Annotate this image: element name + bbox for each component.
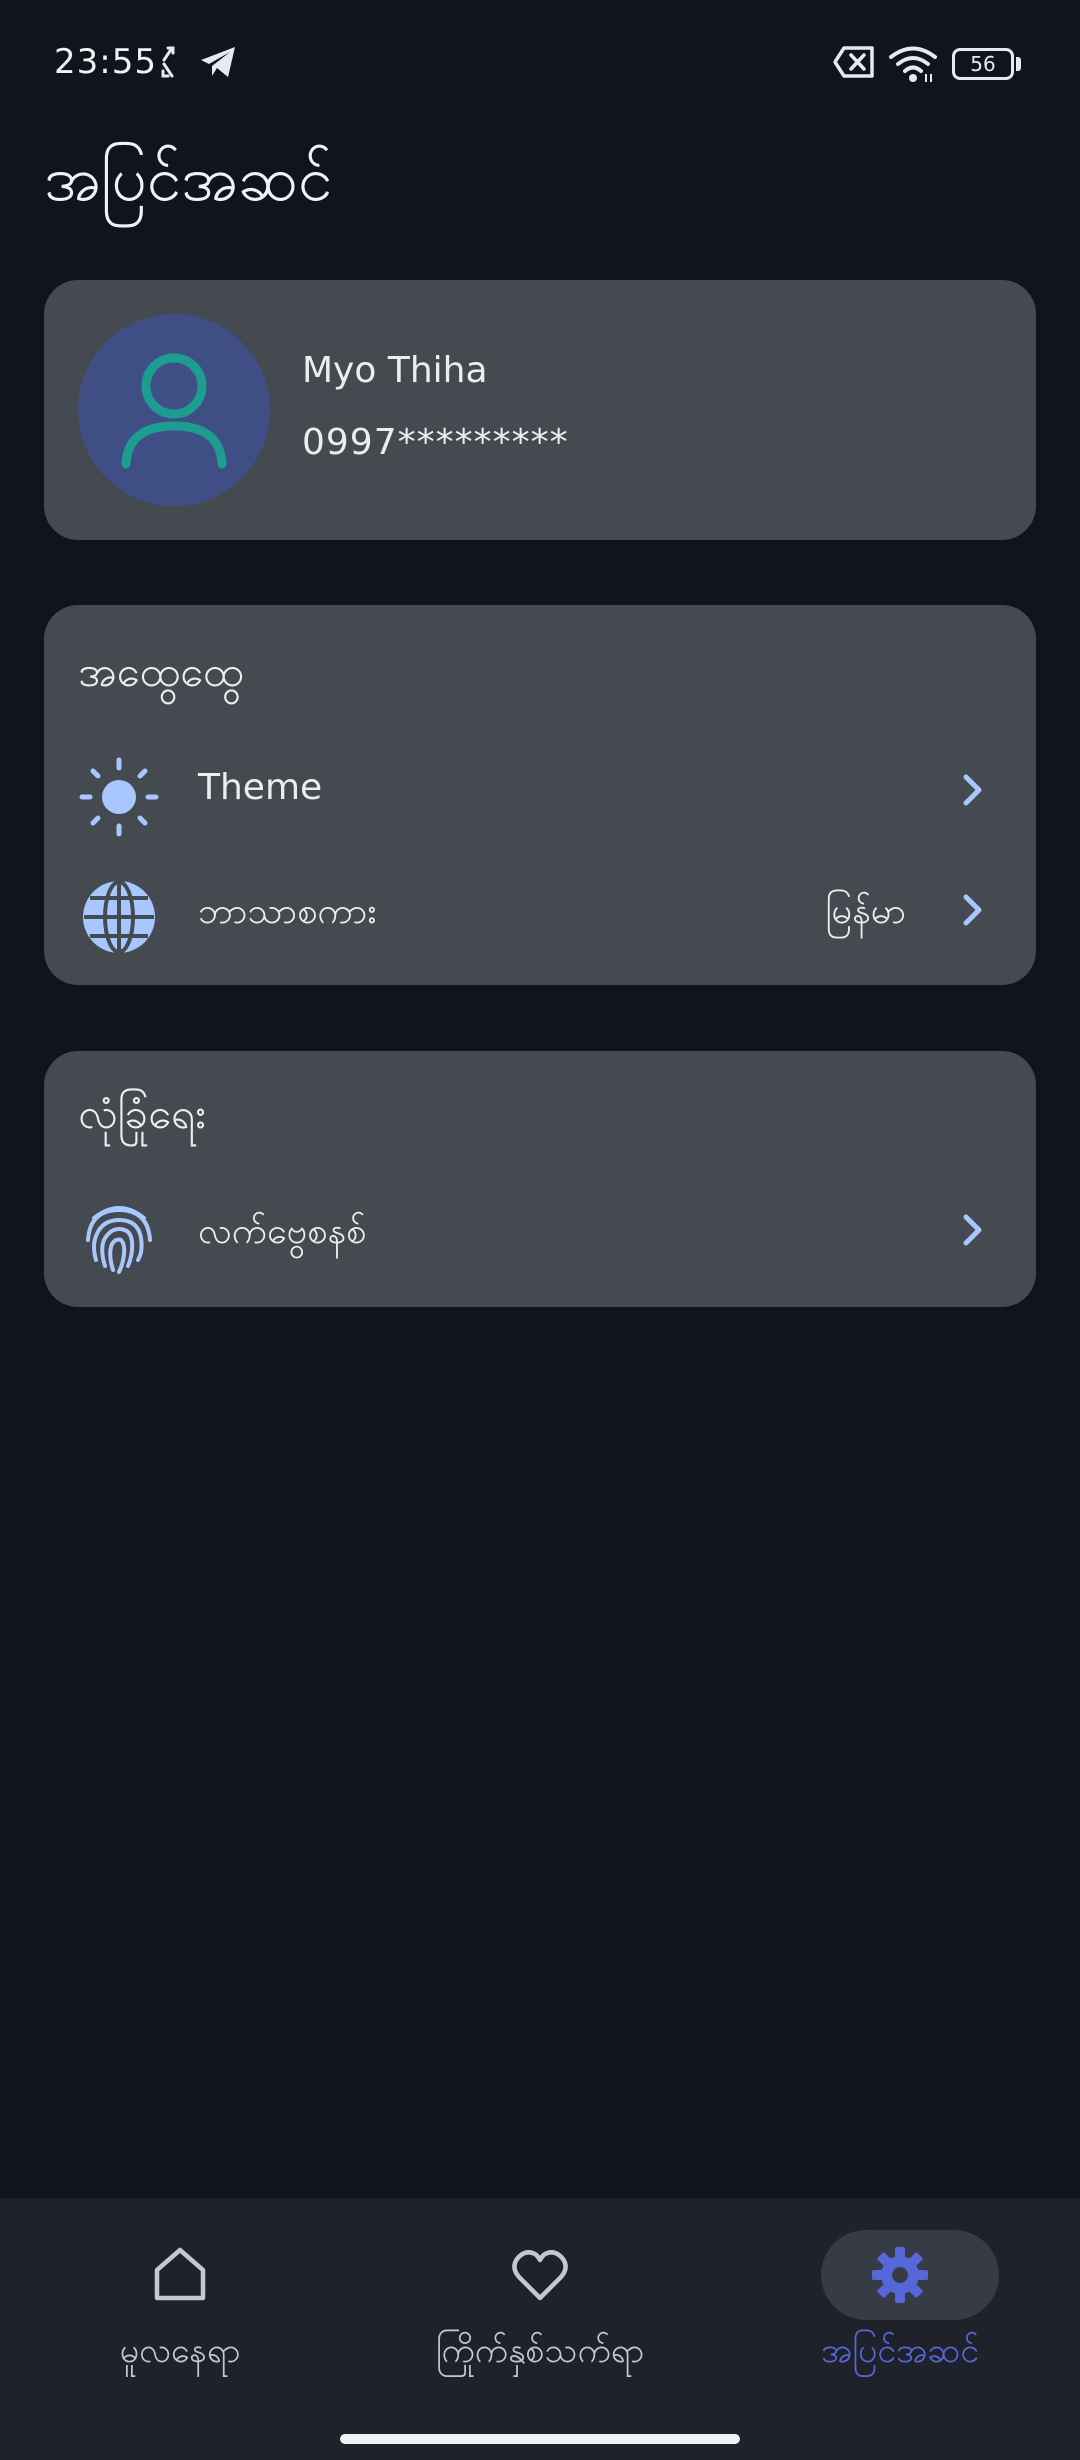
- fingerprint-row[interactable]: လက်ဗွေစနစ်: [44, 1175, 1036, 1285]
- person-icon: [121, 353, 227, 469]
- battery-tip: [1016, 57, 1021, 71]
- home-indicator[interactable]: [340, 2434, 740, 2444]
- bottom-navigation: မူလနေရာ ကြိုက်နှစ်သက်ရာ အပြင်အဆင်: [0, 2198, 1080, 2460]
- security-section: လုံခြုံရေး လက်ဗွေစနစ်: [44, 1051, 1036, 1307]
- sync-icon: [161, 46, 175, 78]
- status-time: 23:55: [54, 42, 157, 82]
- status-bar: 23:55 56: [0, 0, 1080, 130]
- profile-phone: 0997*********: [302, 422, 569, 463]
- globe-icon: [83, 880, 155, 954]
- language-row[interactable]: ဘာသာစကား မြန်မာ: [44, 855, 1036, 965]
- battery-icon: 56: [952, 48, 1014, 80]
- home-icon: [154, 2247, 206, 2301]
- nav-favorites-label: ကြိုက်နှစ်သက်ရာ: [435, 2331, 645, 2371]
- general-section: အထွေထွေ Theme ဘာသာစကား မြန်မာ: [44, 605, 1036, 985]
- language-value: မြန်မာ: [825, 891, 906, 932]
- profile-name: Myo Thiha: [302, 350, 488, 391]
- nav-home-label: မူလနေရာ: [119, 2331, 241, 2371]
- theme-row[interactable]: Theme: [44, 735, 1036, 845]
- chevron-right-icon: [963, 774, 982, 806]
- heart-icon: [512, 2250, 568, 2301]
- theme-label: Theme: [198, 767, 323, 808]
- profile-card[interactable]: Myo Thiha 0997*********: [44, 280, 1036, 540]
- chevron-right-icon: [963, 894, 982, 926]
- page-title: အပြင်အဆင်: [44, 142, 333, 215]
- nav-home[interactable]: မူလနေရာ: [0, 2198, 360, 2398]
- avatar: [78, 314, 270, 506]
- fingerprint-icon: [86, 1206, 152, 1274]
- language-label: ဘာသာစကား: [198, 891, 377, 932]
- telegram-icon: [201, 47, 235, 77]
- gear-icon: [872, 2247, 928, 2303]
- security-section-title: လုံခြုံရေး: [78, 1089, 206, 1138]
- settings-screen: 23:55 56 အပြင်အဆင် Myo Thiha 0997*******…: [0, 0, 1080, 2460]
- chevron-right-icon: [963, 1214, 982, 1246]
- sun-icon: [79, 757, 159, 837]
- battery-level: 56: [970, 52, 996, 76]
- nav-favorites[interactable]: ကြိုက်နှစ်သက်ရာ: [360, 2198, 720, 2398]
- wifi-icon: [889, 46, 937, 82]
- fingerprint-label: လက်ဗွေစနစ်: [198, 1211, 367, 1252]
- nav-settings-label: အပြင်အဆင်: [820, 2331, 980, 2371]
- no-sim-icon: [833, 46, 874, 78]
- nav-settings[interactable]: အပြင်အဆင်: [720, 2198, 1080, 2398]
- general-section-title: အထွေထွေ: [78, 647, 244, 696]
